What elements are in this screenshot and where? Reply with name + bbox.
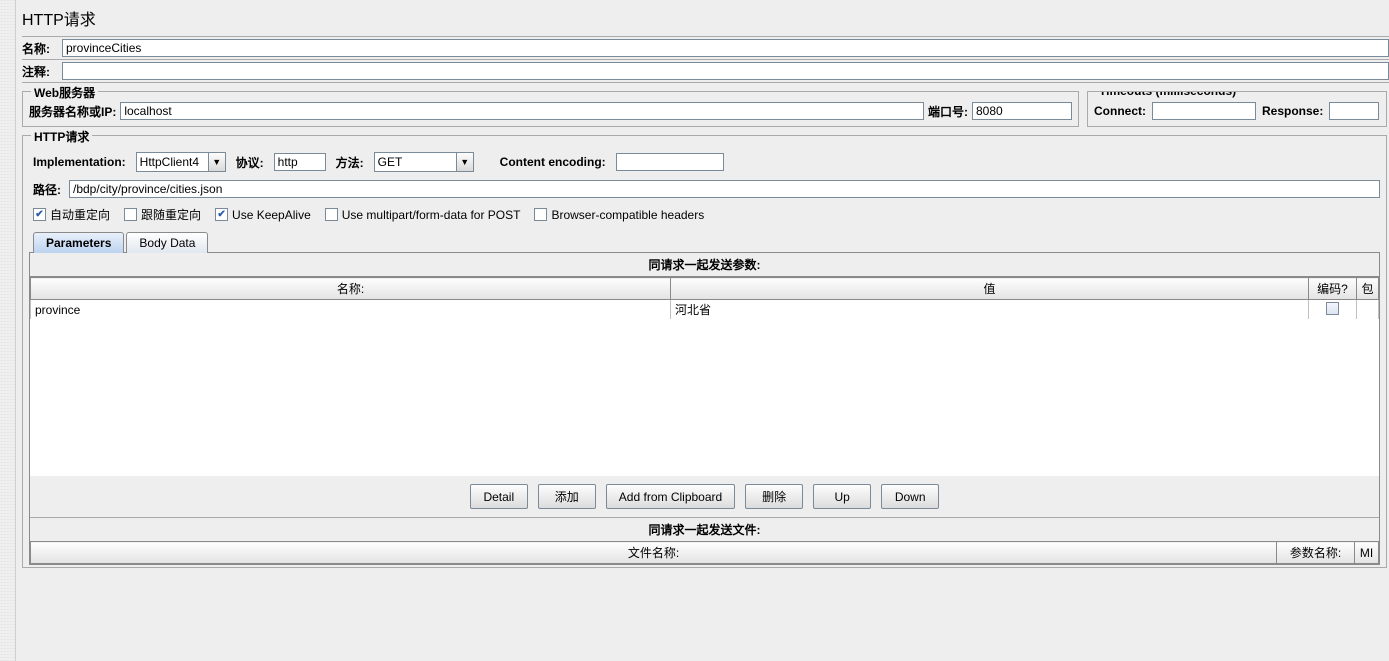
chevron-down-icon[interactable]: ▼ bbox=[456, 152, 474, 172]
port-input[interactable] bbox=[972, 102, 1072, 120]
add-button[interactable]: 添加 bbox=[538, 484, 596, 509]
files-table[interactable]: 文件名称: 参数名称: MI bbox=[30, 541, 1379, 564]
checkbox-icon bbox=[1326, 302, 1339, 315]
params-section-title: 同请求一起发送参数: bbox=[30, 253, 1379, 276]
follow-redirect-check[interactable]: 跟随重定向 bbox=[124, 206, 201, 223]
keepalive-label: Use KeepAlive bbox=[232, 208, 311, 222]
checkbox-icon: ✔ bbox=[33, 208, 46, 221]
port-label: 端口号: bbox=[928, 103, 968, 120]
multipart-label: Use multipart/form-data for POST bbox=[342, 208, 521, 222]
encoding-input[interactable] bbox=[616, 153, 724, 171]
method-combo[interactable]: ▼ bbox=[374, 152, 474, 172]
params-col-encode[interactable]: 编码? bbox=[1309, 278, 1357, 300]
name-label: 名称: bbox=[22, 40, 62, 57]
follow-redirect-label: 跟随重定向 bbox=[141, 206, 201, 223]
files-col-filename[interactable]: 文件名称: bbox=[31, 542, 1277, 564]
chevron-down-icon[interactable]: ▼ bbox=[208, 152, 226, 172]
impl-label: Implementation: bbox=[33, 155, 126, 169]
path-label: 路径: bbox=[33, 181, 69, 198]
checkbox-icon: ✔ bbox=[215, 208, 228, 221]
param-encode-cell[interactable] bbox=[1309, 300, 1357, 320]
delete-button[interactable]: 删除 bbox=[745, 484, 803, 509]
connect-label: Connect: bbox=[1094, 104, 1146, 118]
params-col-name[interactable]: 名称: bbox=[31, 278, 671, 300]
comment-row: 注释: bbox=[22, 59, 1389, 83]
files-col-mime[interactable]: MI bbox=[1355, 542, 1379, 564]
timeouts-legend: Timeouts (milliseconds) bbox=[1096, 91, 1239, 98]
tab-parameters[interactable]: Parameters bbox=[33, 232, 124, 253]
encoding-label: Content encoding: bbox=[500, 155, 606, 169]
impl-combo[interactable]: ▼ bbox=[136, 152, 226, 172]
left-gutter bbox=[0, 0, 16, 661]
response-input[interactable] bbox=[1329, 102, 1379, 120]
name-input[interactable] bbox=[62, 39, 1389, 57]
add-from-clipboard-button[interactable]: Add from Clipboard bbox=[606, 484, 735, 509]
host-input[interactable] bbox=[120, 102, 924, 120]
param-value-cell[interactable]: 河北省 bbox=[671, 300, 1309, 320]
checkbox-icon bbox=[534, 208, 547, 221]
method-value[interactable] bbox=[374, 152, 456, 172]
auto-redirect-check[interactable]: ✔ 自动重定向 bbox=[33, 206, 110, 223]
param-name-cell[interactable]: province bbox=[31, 300, 671, 320]
detail-button[interactable]: Detail bbox=[470, 484, 528, 509]
connect-input[interactable] bbox=[1152, 102, 1256, 120]
http-request-group: HTTP请求 Implementation: ▼ 协议: 方法: ▼ Conte… bbox=[22, 135, 1387, 568]
multipart-check[interactable]: Use multipart/form-data for POST bbox=[325, 208, 521, 222]
auto-redirect-label: 自动重定向 bbox=[50, 206, 110, 223]
protocol-input[interactable] bbox=[274, 153, 326, 171]
params-col-value[interactable]: 值 bbox=[671, 278, 1309, 300]
table-row[interactable]: province 河北省 bbox=[31, 300, 1379, 320]
protocol-label: 协议: bbox=[236, 154, 264, 171]
up-button[interactable]: Up bbox=[813, 484, 871, 509]
params-col-include[interactable]: 包 bbox=[1357, 278, 1379, 300]
checkbox-icon bbox=[124, 208, 137, 221]
browser-compat-label: Browser-compatible headers bbox=[551, 208, 704, 222]
page-title: HTTP请求 bbox=[22, 6, 1389, 30]
name-row: 名称: bbox=[22, 36, 1389, 59]
files-col-paramname[interactable]: 参数名称: bbox=[1277, 542, 1355, 564]
comment-input[interactable] bbox=[62, 62, 1389, 80]
down-button[interactable]: Down bbox=[881, 484, 939, 509]
webserver-group: Web服务器 服务器名称或IP: 端口号: bbox=[22, 91, 1079, 127]
checkbox-icon bbox=[325, 208, 338, 221]
param-include-cell[interactable] bbox=[1357, 300, 1379, 320]
method-label: 方法: bbox=[336, 154, 364, 171]
browser-compat-check[interactable]: Browser-compatible headers bbox=[534, 208, 704, 222]
keepalive-check[interactable]: ✔ Use KeepAlive bbox=[215, 208, 311, 222]
http-request-legend: HTTP请求 bbox=[31, 128, 92, 145]
parameters-panel: 同请求一起发送参数: 名称: 值 编码? 包 bbox=[29, 252, 1380, 565]
files-section-title: 同请求一起发送文件: bbox=[30, 517, 1379, 541]
webserver-legend: Web服务器 bbox=[31, 84, 98, 101]
impl-value[interactable] bbox=[136, 152, 208, 172]
response-label: Response: bbox=[1262, 104, 1323, 118]
host-label: 服务器名称或IP: bbox=[29, 103, 116, 120]
tab-body-data[interactable]: Body Data bbox=[126, 232, 208, 253]
timeouts-group: Timeouts (milliseconds) Connect: Respons… bbox=[1087, 91, 1387, 127]
params-table[interactable]: 名称: 值 编码? 包 province 河北省 bbox=[30, 276, 1379, 476]
path-input[interactable] bbox=[69, 180, 1380, 198]
comment-label: 注释: bbox=[22, 63, 62, 80]
